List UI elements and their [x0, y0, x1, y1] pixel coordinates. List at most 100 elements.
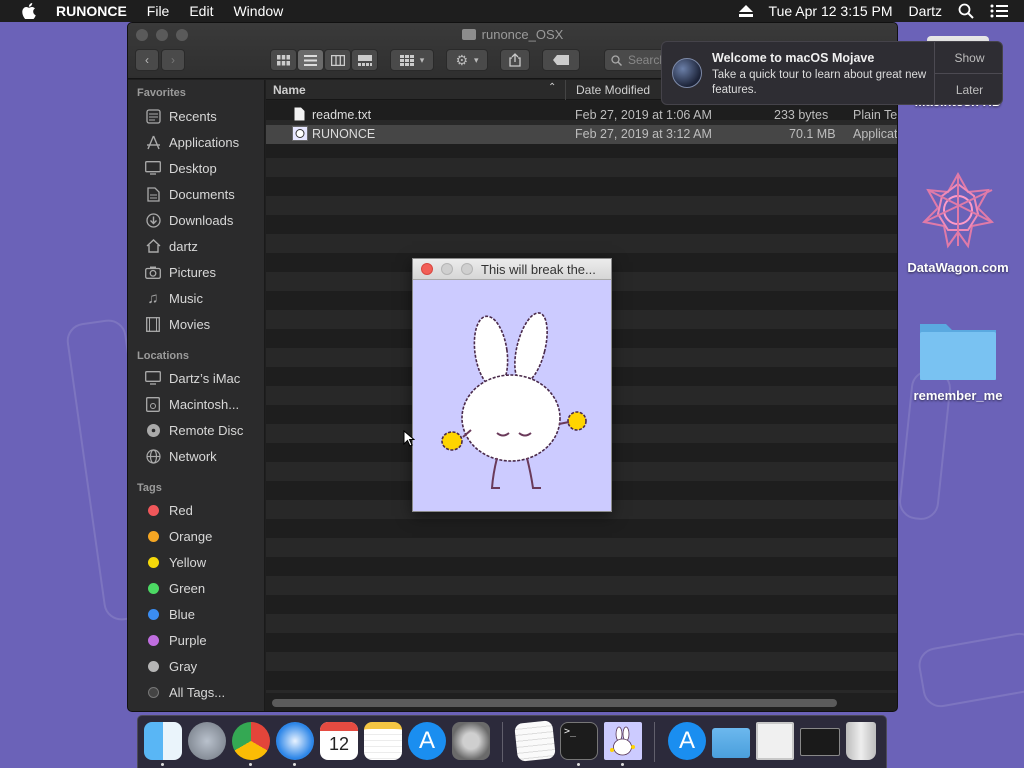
dock-app-store-folder-icon[interactable]: A [668, 722, 706, 760]
app-window-titlebar[interactable]: This will break the... [413, 259, 611, 280]
eject-icon[interactable] [738, 5, 753, 17]
share-icon [509, 53, 521, 67]
sidebar-item-label: Dartz’s iMac [169, 370, 241, 386]
notification-center-icon[interactable] [990, 4, 1008, 18]
sidebar-item-tag-gray[interactable]: Gray [144, 656, 197, 676]
icon-view-button[interactable] [270, 49, 297, 71]
sidebar-item-label: Recents [169, 108, 217, 124]
sidebar-item-documents[interactable]: Documents [144, 184, 235, 204]
dock-textedit-icon[interactable] [514, 720, 556, 762]
menu-bar: RUNONCE File Edit Window Tue Apr 12 3:15… [0, 0, 1024, 22]
sidebar-item-label: Blue [169, 606, 196, 622]
column-view-button[interactable] [324, 49, 351, 71]
sidebar-item-tag-red[interactable]: Red [144, 500, 193, 520]
menubar-user[interactable]: Dartz [909, 3, 942, 19]
sidebar-item-all-tags[interactable]: All Tags... [144, 682, 225, 702]
finder-sidebar: Favorites Recents Applications Desktop D… [128, 80, 265, 711]
sidebar-item-label: Downloads [169, 212, 234, 228]
dock-trash-icon[interactable] [846, 722, 876, 760]
sidebar-item-tag-yellow[interactable]: Yellow [144, 552, 206, 572]
sidebar-item-imac[interactable]: Dartz’s iMac [144, 368, 240, 388]
tag-dot-icon [144, 632, 162, 648]
notification-body: Take a quick tour to learn about great n… [712, 69, 927, 96]
sidebar-item-label: Orange [169, 528, 213, 544]
sidebar-item-home[interactable]: dartz [144, 236, 198, 256]
running-indicator [161, 763, 164, 766]
grid-icon [399, 54, 414, 66]
menubar-clock[interactable]: Tue Apr 12 3:15 PM [769, 3, 893, 19]
menu-app-name[interactable]: RUNONCE [56, 3, 127, 19]
sidebar-item-tag-blue[interactable]: Blue [144, 604, 195, 624]
menu-file[interactable]: File [147, 3, 170, 19]
app-file-icon [292, 126, 308, 144]
dock-system-preferences-icon[interactable] [452, 722, 490, 760]
dock-safari-icon[interactable] [276, 722, 314, 760]
later-button[interactable]: Later [935, 74, 1002, 104]
gallery-view-button[interactable] [351, 49, 378, 71]
sidebar-item-network[interactable]: Network [144, 446, 217, 466]
column-header-date[interactable]: Date Modified [576, 83, 650, 97]
sidebar-item-downloads[interactable]: Downloads [144, 210, 233, 230]
menu-window[interactable]: Window [233, 3, 283, 19]
spotlight-search-icon[interactable] [958, 3, 974, 19]
dock-terminal-icon[interactable]: >_ [560, 722, 598, 760]
dock-folder-icon[interactable] [712, 728, 750, 758]
back-button[interactable]: ‹ [135, 49, 159, 71]
sidebar-item-remote-disc[interactable]: Remote Disc [144, 420, 243, 440]
sidebar-header-favorites: Favorites [137, 87, 186, 99]
close-window-button[interactable] [421, 263, 433, 275]
sidebar-item-tag-purple[interactable]: Purple [144, 630, 207, 650]
action-menu-button[interactable]: ⚙ ▾ [446, 49, 488, 71]
hard-drive-icon [144, 396, 162, 412]
sidebar-item-label: Green [169, 580, 206, 596]
show-button[interactable]: Show [935, 42, 1002, 74]
running-indicator [577, 763, 580, 766]
bunny-icon [610, 726, 635, 756]
home-icon [144, 238, 162, 254]
forward-button[interactable]: › [161, 49, 185, 71]
table-row[interactable]: readme.txt Feb 27, 2019 at 1:06 AM 233 b… [266, 106, 897, 125]
dock-chrome-icon[interactable] [232, 722, 270, 760]
sidebar-item-recents[interactable]: Recents [144, 106, 217, 126]
camera-icon [144, 264, 162, 280]
dock-minimized-window-icon[interactable] [800, 728, 840, 756]
tags-button[interactable] [542, 49, 580, 71]
desktop-icon-remember-me[interactable]: remember_me [903, 316, 1013, 403]
sidebar-item-desktop[interactable]: Desktop [144, 158, 217, 178]
sidebar-item-applications[interactable]: Applications [144, 132, 239, 152]
sidebar-item-label: Documents [169, 186, 235, 202]
globe-icon [144, 448, 162, 464]
notification-banner[interactable]: Welcome to macOS Mojave Take a quick tou… [661, 41, 1003, 105]
sidebar-header-tags: Tags [137, 482, 162, 494]
mojave-logo-icon [672, 58, 702, 88]
table-row[interactable]: RUNONCE Feb 27, 2019 at 3:12 AM 70.1 MB … [266, 125, 897, 144]
dock-finder-icon[interactable] [144, 722, 182, 760]
zoom-window-button[interactable] [461, 263, 473, 275]
dock-notes-icon[interactable] [364, 722, 402, 760]
download-icon [144, 212, 162, 228]
horizontal-scrollbar[interactable] [272, 699, 837, 707]
share-button[interactable] [500, 49, 530, 71]
sidebar-item-tag-green[interactable]: Green [144, 578, 205, 598]
menu-edit[interactable]: Edit [189, 3, 213, 19]
desktop-icon-datawagon[interactable]: DataWagon.com [903, 170, 1013, 275]
minimize-window-button[interactable] [441, 263, 453, 275]
list-view-button[interactable] [297, 49, 324, 71]
sidebar-item-macintosh-hd[interactable]: Macintosh... [144, 394, 239, 414]
column-header-name[interactable]: Name [273, 83, 306, 97]
sidebar-item-pictures[interactable]: Pictures [144, 262, 216, 282]
dock-calendar-icon[interactable]: 12 [320, 722, 358, 760]
dock-launchpad-icon[interactable] [188, 722, 226, 760]
group-by-button[interactable]: ▾ [390, 49, 434, 71]
sidebar-item-music[interactable]: ♫ Music [144, 288, 203, 308]
sidebar-item-movies[interactable]: Movies [144, 314, 210, 334]
dock-screenshot-stack-icon[interactable] [756, 722, 794, 760]
dock-runonce-icon[interactable] [604, 722, 642, 760]
dock-app-store-icon[interactable]: A [408, 722, 446, 760]
apple-menu-icon[interactable] [20, 3, 38, 19]
column-divider [565, 80, 566, 100]
sidebar-item-tag-orange[interactable]: Orange [144, 526, 212, 546]
file-date: Feb 27, 2019 at 1:06 AM [575, 108, 712, 122]
running-indicator [249, 763, 252, 766]
app-window-title: This will break the... [481, 262, 596, 277]
